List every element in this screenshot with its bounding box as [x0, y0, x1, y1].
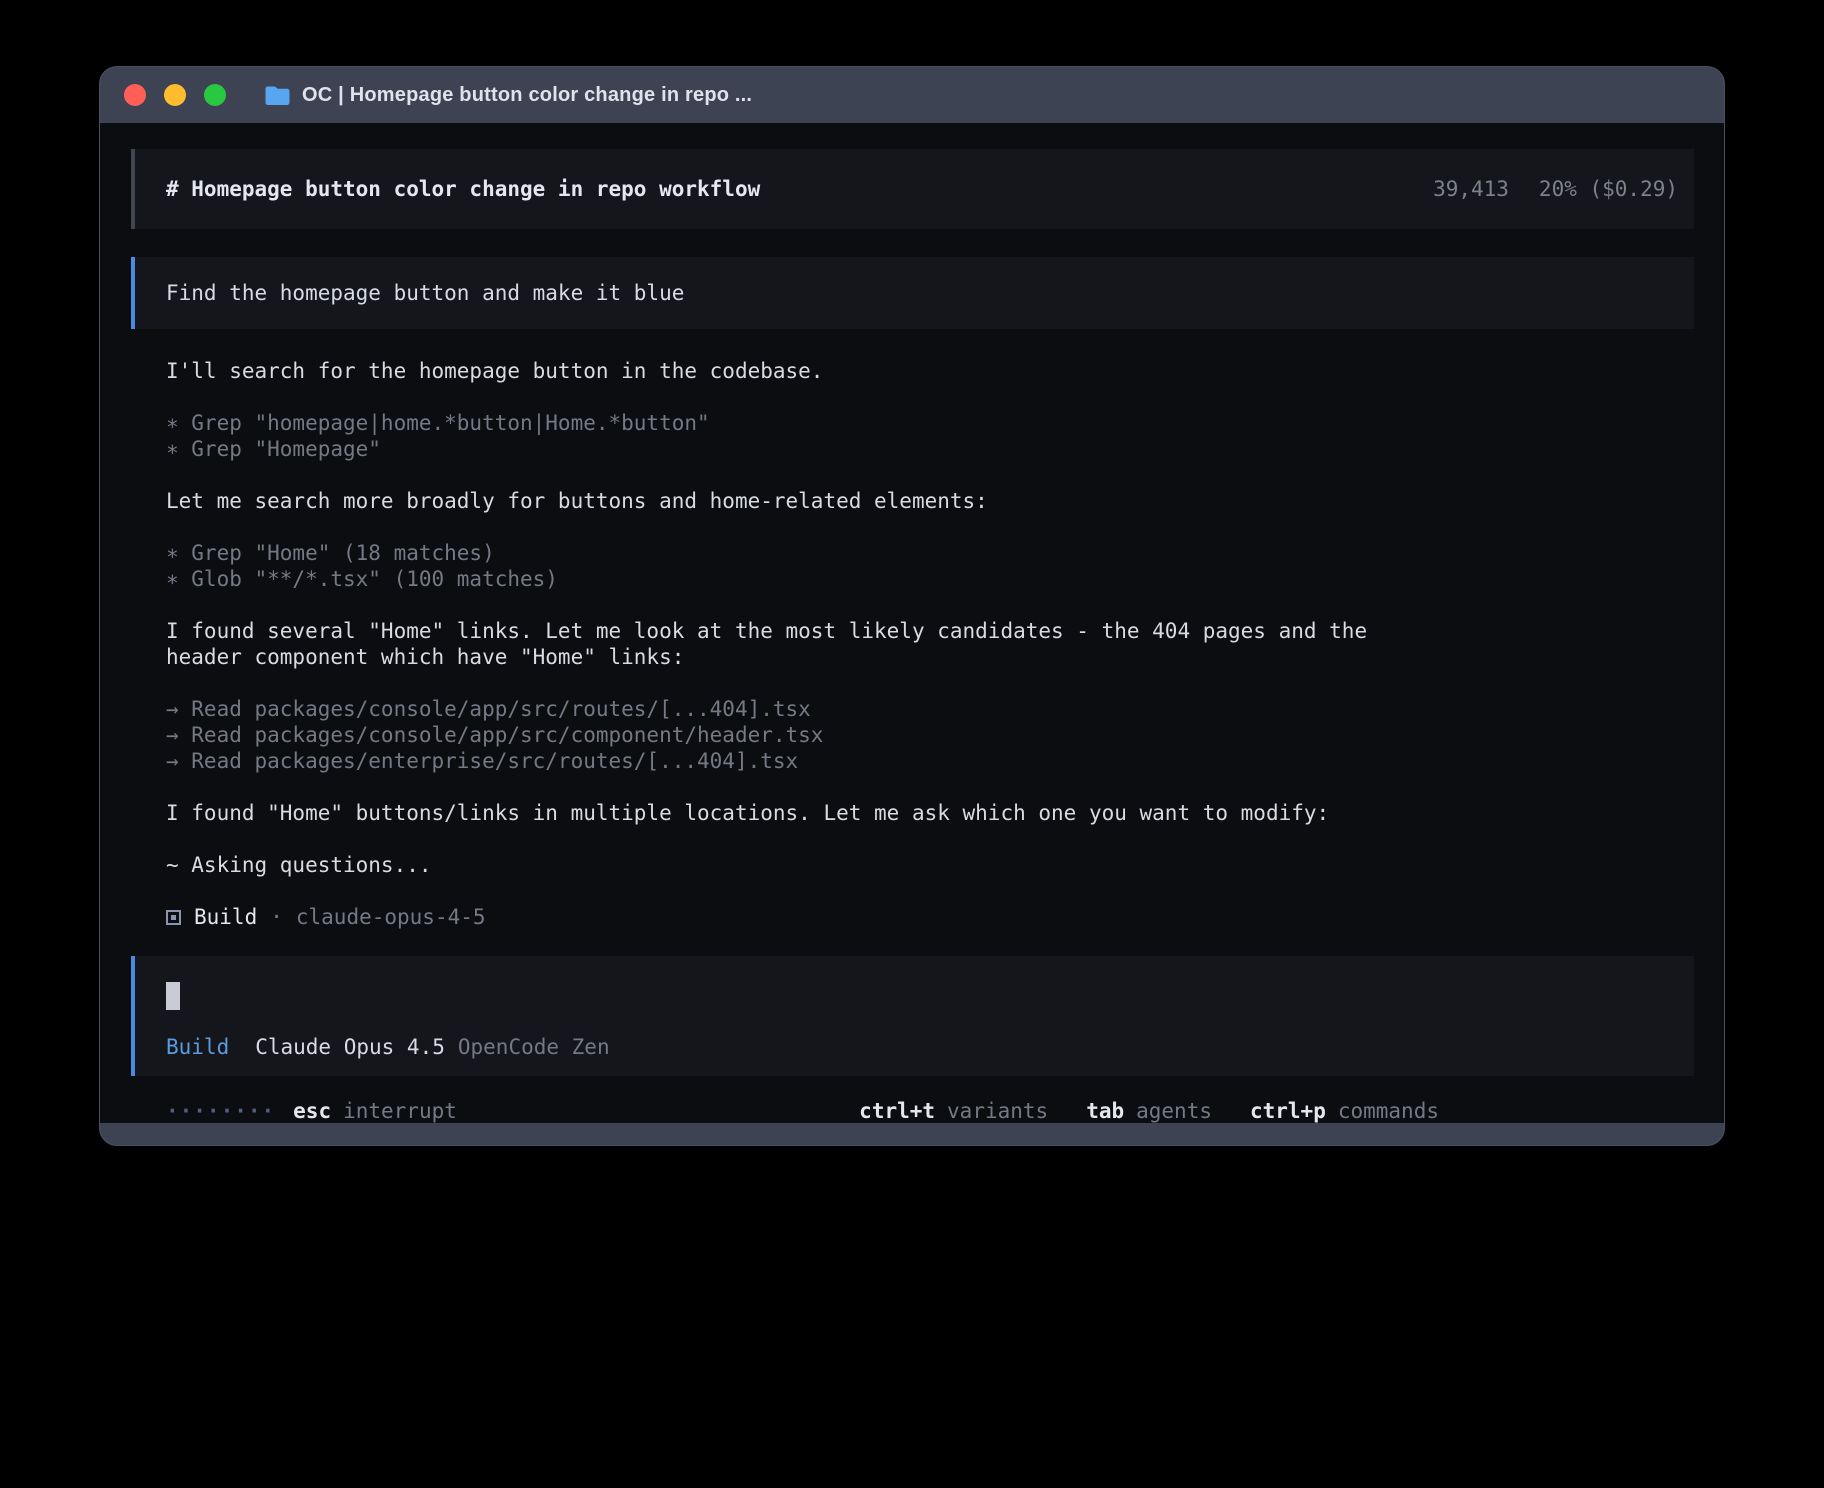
shortcut-variants: ctrl+t variants	[859, 1098, 1048, 1123]
assistant-text: I found several "Home" links. Let me loo…	[166, 618, 1436, 670]
variants-label: variants	[947, 1098, 1048, 1123]
tool-call-glob: ∗ Glob "**/*.tsx" (100 matches)	[166, 566, 1436, 592]
task-badge: Build · claude-opus-4-5	[166, 904, 1436, 930]
input-status-line: Build Claude Opus 4.5 OpenCode Zen	[166, 1034, 1666, 1060]
session-header: # Homepage button color change in repo w…	[131, 149, 1694, 229]
user-message: Find the homepage button and make it blu…	[131, 257, 1694, 329]
folder-icon	[264, 85, 291, 106]
terminal-window: OC | Homepage button color change in rep…	[99, 66, 1725, 1146]
text-cursor	[166, 982, 180, 1010]
status-bar: ········ esc interrupt ctrl+t variants t…	[131, 1098, 1694, 1123]
session-stats: 39,413 20% ($0.29)	[1433, 176, 1678, 202]
assistant-status: ~ Asking questions...	[166, 852, 1436, 878]
session-title: # Homepage button color change in repo w…	[166, 176, 760, 202]
context-cost: 20% ($0.29)	[1539, 176, 1678, 202]
tool-call-grep: ∗ Grep "Home" (18 matches)	[166, 540, 1436, 566]
assistant-text: I found "Home" buttons/links in multiple…	[166, 800, 1436, 826]
prompt-input[interactable]: Build Claude Opus 4.5 OpenCode Zen	[131, 956, 1694, 1076]
spinner-dots: ········	[166, 1098, 275, 1123]
shortcut-interrupt: esc interrupt	[293, 1098, 457, 1123]
window-title: OC | Homepage button color change in rep…	[302, 84, 752, 107]
agents-key: tab	[1086, 1098, 1124, 1123]
tool-call-group: ∗ Grep "homepage|home.*button|Home.*butt…	[166, 410, 1436, 462]
variants-key: ctrl+t	[859, 1098, 935, 1123]
titlebar[interactable]: OC | Homepage button color change in rep…	[100, 67, 1724, 123]
commands-label: commands	[1338, 1098, 1439, 1123]
shortcut-agents: tab agents	[1086, 1098, 1212, 1123]
minimize-button[interactable]	[164, 84, 186, 106]
agent-mode[interactable]: Build	[166, 1034, 229, 1060]
agents-label: agents	[1136, 1098, 1212, 1123]
user-message-text: Find the homepage button and make it blu…	[166, 280, 684, 306]
tool-call-read: → Read packages/enterprise/src/routes/[.…	[166, 748, 1436, 774]
zoom-button[interactable]	[204, 84, 226, 106]
tool-call-group: → Read packages/console/app/src/routes/[…	[166, 696, 1436, 774]
assistant-text: I'll search for the homepage button in t…	[166, 358, 1436, 384]
task-separator: ·	[270, 904, 283, 930]
tool-call-read: → Read packages/console/app/src/routes/[…	[166, 696, 1436, 722]
token-count: 39,413	[1433, 176, 1509, 202]
tool-call-grep: ∗ Grep "homepage|home.*button|Home.*butt…	[166, 410, 1436, 436]
shortcut-commands: ctrl+p commands	[1250, 1098, 1439, 1123]
commands-key: ctrl+p	[1250, 1098, 1326, 1123]
terminal-content: # Homepage button color change in repo w…	[100, 123, 1724, 1123]
task-label: Build	[194, 904, 257, 930]
tool-call-grep: ∗ Grep "Homepage"	[166, 436, 1436, 462]
traffic-lights	[124, 84, 226, 106]
task-model: claude-opus-4-5	[296, 904, 486, 930]
tool-call-group: ∗ Grep "Home" (18 matches) ∗ Glob "**/*.…	[166, 540, 1436, 592]
conversation: I'll search for the homepage button in t…	[131, 358, 1694, 930]
assistant-text: Let me search more broadly for buttons a…	[166, 488, 1436, 514]
task-icon	[166, 910, 181, 925]
close-button[interactable]	[124, 84, 146, 106]
model-provider: OpenCode Zen	[458, 1034, 610, 1060]
esc-label: interrupt	[343, 1098, 457, 1123]
tool-call-read: → Read packages/console/app/src/componen…	[166, 722, 1436, 748]
model-name: Claude Opus 4.5	[255, 1034, 445, 1060]
esc-key: esc	[293, 1098, 331, 1123]
